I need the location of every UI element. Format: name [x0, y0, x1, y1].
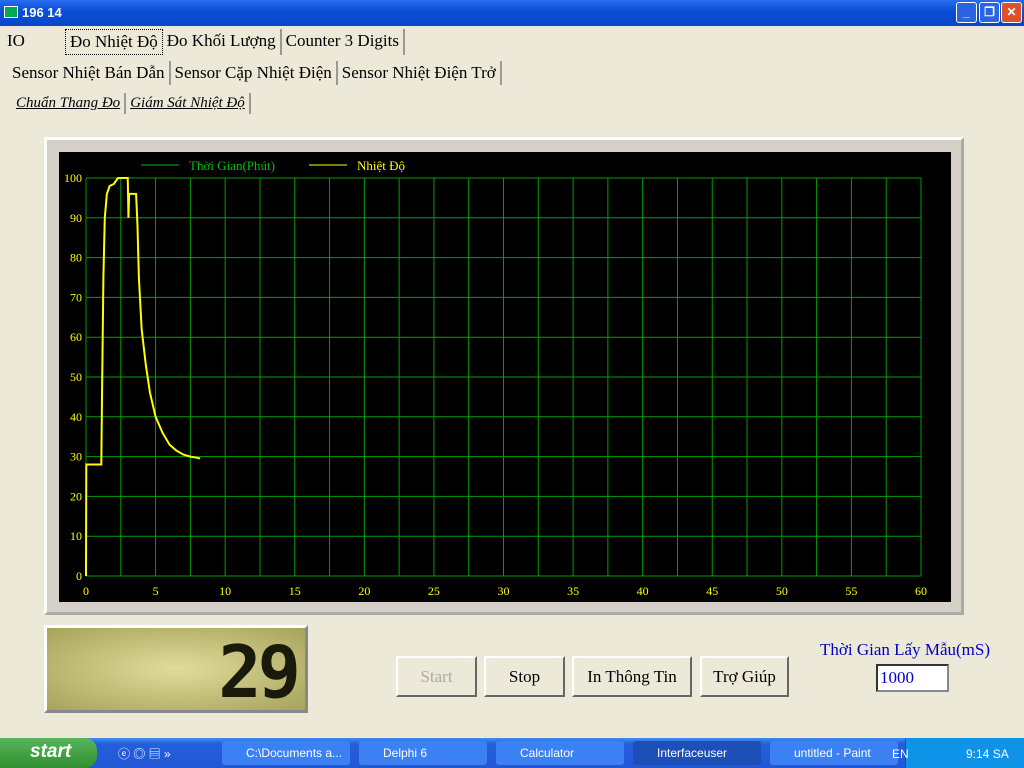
task-documents[interactable]: C:\Documents a... [222, 741, 350, 765]
clock: 9:14 SA [966, 747, 1009, 761]
x-tick-label: 45 [706, 584, 718, 598]
start-button-taskbar[interactable]: start [0, 738, 97, 768]
x-tick-label: 25 [428, 584, 440, 598]
tab-io[interactable]: IO [3, 29, 65, 55]
x-tick-label: 40 [637, 584, 649, 598]
task-interfaceuser[interactable]: Interfaceuser [633, 741, 761, 765]
legend-label: Thời Gian(Phút) [189, 158, 275, 173]
tab-sensor-cap-nhiet[interactable]: Sensor Cặp Nhiệt Điện [171, 61, 338, 85]
y-tick-label: 90 [70, 211, 82, 225]
y-tick-label: 60 [70, 330, 82, 344]
help-button[interactable]: Trợ Giúp [700, 656, 789, 697]
tab-counter[interactable]: Counter 3 Digits [282, 29, 405, 55]
app-icon [4, 6, 18, 18]
y-tick-label: 50 [70, 370, 82, 384]
main-tabs: IO Đo Nhiệt Độ Đo Khối Lượng Counter 3 D… [3, 29, 405, 55]
y-tick-label: 20 [70, 489, 82, 503]
x-tick-label: 30 [498, 584, 510, 598]
tab-do-khoi-luong[interactable]: Đo Khối Lượng [163, 29, 282, 55]
tab-chuan-thang-do[interactable]: Chuẩn Thang Đo [12, 93, 127, 114]
x-tick-label: 35 [567, 584, 579, 598]
sampling-input[interactable]: 1000 [876, 664, 949, 692]
taskbar: start ⓔ ◎ ▤ » C:\Documents a... Delphi 6… [0, 738, 1024, 768]
task-delphi[interactable]: Delphi 6 [359, 741, 487, 765]
y-tick-label: 70 [70, 290, 82, 304]
task-paint[interactable]: untitled - Paint [770, 741, 898, 765]
language-indicator[interactable]: EN [892, 747, 909, 761]
sampling-label: Thời Gian Lấy Mẫu(mS) [820, 640, 990, 659]
x-tick-label: 10 [219, 584, 231, 598]
tab-sensor-ban-dan[interactable]: Sensor Nhiệt Bán Dẫn [8, 61, 171, 85]
y-tick-label: 0 [76, 569, 82, 583]
tab-sensor-dien-tro[interactable]: Sensor Nhiệt Điện Trở [338, 61, 502, 85]
x-tick-label: 5 [153, 584, 159, 598]
x-tick-label: 0 [83, 584, 89, 598]
task-calculator[interactable]: Calculator [496, 741, 624, 765]
x-tick-label: 20 [358, 584, 370, 598]
y-tick-label: 80 [70, 251, 82, 265]
minimize-button[interactable]: _ [956, 2, 977, 23]
system-tray: EN 9:14 SA [892, 738, 1024, 768]
y-tick-label: 30 [70, 450, 82, 464]
legend-label: Nhiệt Độ [357, 158, 405, 173]
maximize-button[interactable]: ❐ [979, 2, 1000, 23]
title-bar: 196 14 _ ❐ ✕ [0, 0, 1024, 26]
x-tick-label: 15 [289, 584, 301, 598]
view-tabs: Chuẩn Thang Đo Giám Sát Nhiệt Độ [12, 93, 251, 114]
x-tick-label: 50 [776, 584, 788, 598]
temperature-chart: 0 5 10 15 20 25 30 35 40 45 50 55 60 0 10 20 30 40 50 60 70 8… [59, 152, 951, 602]
y-tick-label: 40 [70, 410, 82, 424]
sensor-tabs: Sensor Nhiệt Bán Dẫn Sensor Cặp Nhiệt Đi… [8, 61, 502, 85]
lcd-value: 29 [218, 630, 301, 714]
start-button[interactable]: Start [396, 656, 477, 697]
y-tick-label: 100 [64, 171, 82, 185]
print-info-button[interactable]: In Thông Tin [572, 656, 692, 697]
x-tick-label: 60 [915, 584, 927, 598]
window-title: 196 14 [22, 5, 62, 20]
quick-launch-icons[interactable]: ⓔ ◎ ▤ » [118, 745, 171, 762]
x-tick-label: 55 [845, 584, 857, 598]
y-tick-label: 10 [70, 529, 82, 543]
tab-do-nhiet-do[interactable]: Đo Nhiệt Độ [64, 29, 163, 55]
stop-button[interactable]: Stop [484, 656, 565, 697]
lcd-display: 29 [44, 625, 308, 714]
tab-giam-sat[interactable]: Giám Sát Nhiệt Độ [126, 93, 251, 114]
close-button[interactable]: ✕ [1001, 2, 1022, 23]
